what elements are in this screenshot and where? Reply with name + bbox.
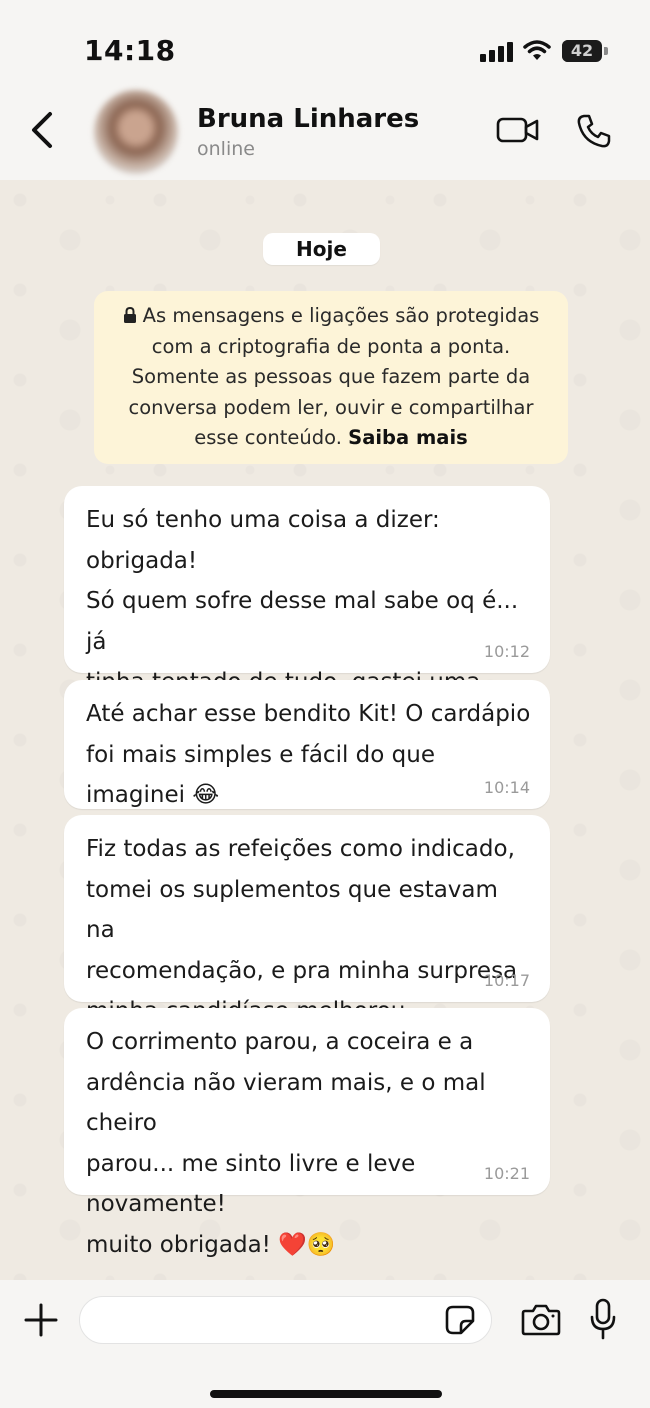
chat-header: Bruna Linhares online — [0, 90, 650, 180]
message-timestamp: 10:12 — [483, 642, 530, 661]
cellular-signal-icon — [480, 42, 514, 62]
encryption-notice-text: As mensagens e ligações são protegidas c… — [128, 304, 540, 449]
home-indicator — [210, 1390, 442, 1398]
battery-tip — [604, 47, 608, 55]
battery-icon: 42 — [562, 40, 602, 62]
date-separator: Hoje — [263, 233, 380, 265]
lock-icon — [123, 307, 136, 323]
encryption-notice[interactable]: As mensagens e ligações são protegidas c… — [94, 291, 568, 464]
message-timestamp: 10:14 — [483, 778, 530, 797]
message-bubble[interactable]: Fiz todas as refeições como indicado, to… — [64, 815, 550, 1024]
status-time: 14:18 — [84, 34, 176, 67]
message-input-bar — [0, 1280, 650, 1408]
contact-avatar[interactable] — [94, 90, 178, 174]
wifi-icon — [523, 40, 551, 60]
contact-name[interactable]: Bruna Linhares — [197, 104, 419, 134]
status-bar: 14:18 42 — [0, 0, 650, 90]
message-text: O corrimento parou, a coceira e a ardênc… — [86, 1029, 486, 1258]
sticker-icon[interactable] — [444, 1304, 476, 1336]
message-bubble[interactable]: O corrimento parou, a coceira e a ardênc… — [64, 1008, 550, 1258]
message-text: Até achar esse bendito Kit! O cardápio f… — [86, 701, 531, 808]
microphone-icon[interactable] — [589, 1298, 617, 1340]
contact-status: online — [197, 138, 255, 160]
plus-icon[interactable] — [24, 1303, 58, 1337]
message-timestamp: 10:17 — [483, 971, 530, 990]
message-timestamp: 10:21 — [483, 1164, 530, 1183]
learn-more-link[interactable]: Saiba mais — [348, 426, 468, 449]
message-bubble[interactable]: Até achar esse bendito Kit! O cardápio f… — [64, 680, 550, 809]
back-icon[interactable] — [26, 108, 60, 152]
camera-icon[interactable] — [521, 1302, 561, 1336]
message-text: Fiz todas as refeições como indicado, to… — [86, 836, 518, 1024]
video-call-icon[interactable] — [496, 114, 540, 146]
phone-call-icon[interactable] — [575, 112, 613, 150]
message-bubble[interactable]: Eu só tenho uma coisa a dizer: obrigada!… — [64, 486, 550, 776]
message-input[interactable] — [79, 1296, 492, 1344]
battery-percentage: 42 — [570, 41, 594, 60]
